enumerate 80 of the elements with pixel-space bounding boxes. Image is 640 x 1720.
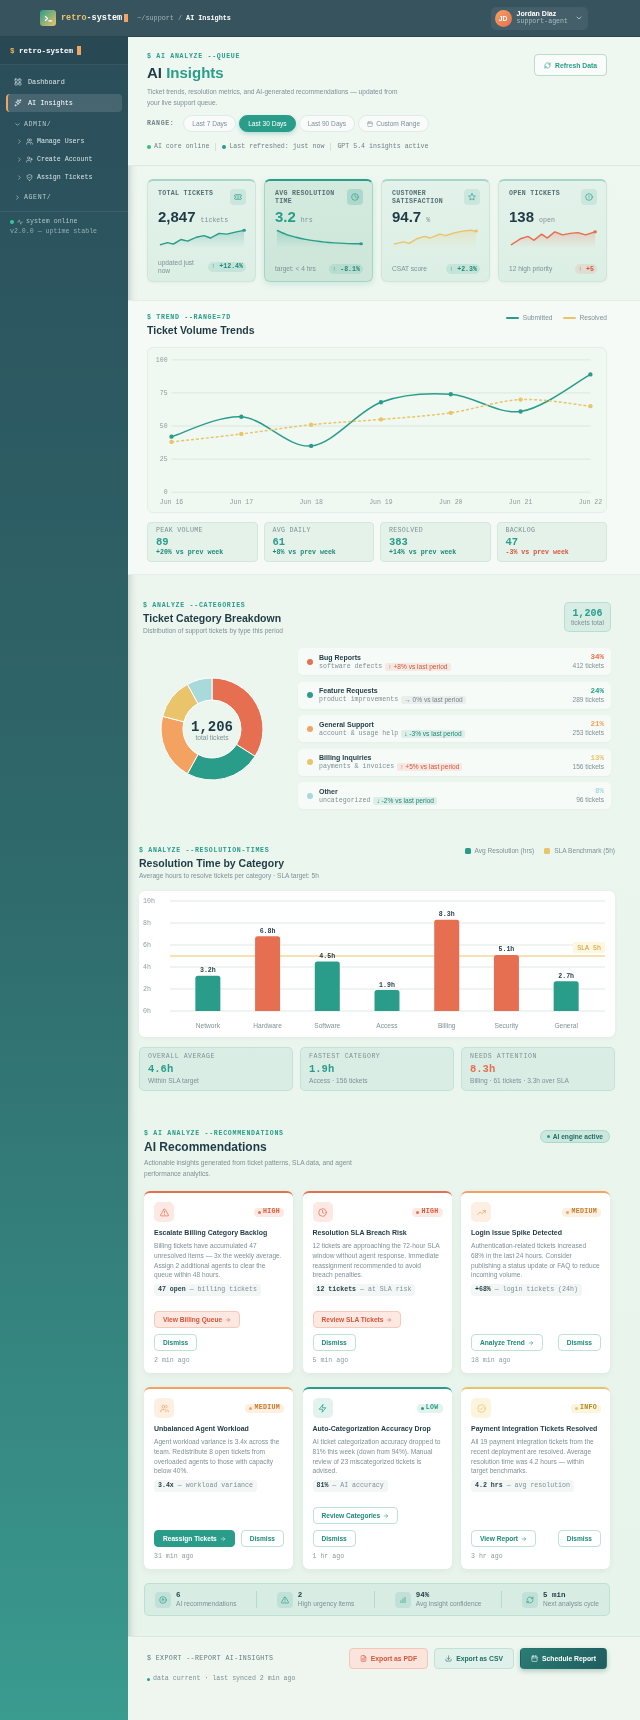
stat-value: 89 bbox=[156, 536, 170, 548]
arrow-right-icon bbox=[527, 1339, 534, 1346]
page-title: AI Insights bbox=[147, 64, 225, 82]
users-icon bbox=[154, 1398, 174, 1418]
section-title: AI Recommendations bbox=[144, 1140, 268, 1155]
data-point bbox=[378, 400, 384, 405]
stat-value: 1.9h bbox=[309, 1063, 336, 1076]
status-dot-icon bbox=[10, 220, 14, 224]
stat-value: 8.3h bbox=[470, 1063, 497, 1076]
section-title: Ticket Volume Trends bbox=[147, 324, 255, 337]
priority-dot-icon bbox=[249, 1406, 253, 1410]
chevron-right-icon bbox=[17, 138, 22, 144]
calendar-icon bbox=[531, 1655, 538, 1662]
metric-value: 3.2 bbox=[275, 208, 296, 226]
metric-value: 138 bbox=[509, 208, 535, 226]
chevron-down-icon bbox=[576, 15, 582, 21]
line-swatch-icon bbox=[505, 316, 519, 319]
chevron-right-icon bbox=[17, 156, 22, 162]
chevron-right-icon bbox=[17, 174, 22, 180]
document-icon bbox=[359, 1655, 367, 1662]
data-point bbox=[448, 392, 453, 397]
calendar-icon bbox=[367, 120, 374, 127]
swatch-icon bbox=[544, 847, 551, 854]
chevron-down-icon bbox=[15, 121, 20, 127]
arrow-right-icon bbox=[386, 1316, 393, 1323]
pulse-icon bbox=[17, 219, 23, 225]
refresh-icon bbox=[544, 61, 552, 69]
swatch-icon bbox=[464, 847, 471, 854]
priority-dot-icon bbox=[257, 1210, 261, 1214]
lightning-icon bbox=[312, 1398, 333, 1418]
warning-icon bbox=[276, 1591, 293, 1608]
cursor-icon bbox=[124, 14, 129, 22]
bar-chart-icon bbox=[394, 1591, 411, 1608]
user-plus-icon bbox=[26, 155, 33, 163]
data-point bbox=[239, 431, 244, 437]
stat-value: 4.6h bbox=[148, 1063, 175, 1076]
data-point bbox=[518, 409, 523, 414]
stat-value: 47 bbox=[505, 536, 520, 548]
priority-dot-icon bbox=[566, 1210, 570, 1214]
warning-icon bbox=[154, 1202, 174, 1222]
clock-icon bbox=[347, 189, 363, 205]
data-point bbox=[588, 404, 593, 409]
data-point bbox=[378, 417, 384, 422]
section-title: Ticket Category Breakdown bbox=[143, 612, 283, 625]
metric-value: 94.7 bbox=[392, 208, 422, 226]
clock-icon bbox=[312, 1202, 333, 1222]
arrow-right-icon bbox=[383, 1512, 390, 1519]
data-point bbox=[588, 372, 593, 377]
sparkle-icon bbox=[14, 99, 22, 107]
donut-total: 1,206 bbox=[191, 718, 233, 735]
download-icon bbox=[445, 1655, 453, 1662]
status-dot-icon bbox=[546, 1135, 550, 1138]
data-point bbox=[308, 443, 314, 449]
cursor-icon bbox=[77, 46, 82, 55]
logo-text: retro-system bbox=[61, 13, 123, 23]
total-value: 1,206 bbox=[572, 607, 603, 619]
data-point bbox=[308, 422, 314, 427]
priority-dot-icon bbox=[420, 1406, 424, 1410]
shield-icon bbox=[26, 173, 33, 181]
data-point bbox=[518, 397, 523, 402]
users-icon bbox=[26, 137, 33, 145]
priority-dot-icon bbox=[416, 1210, 420, 1214]
metric-value: 2,847 bbox=[158, 208, 196, 226]
arrow-right-icon bbox=[219, 1535, 226, 1542]
terminal-logo-icon bbox=[40, 10, 56, 26]
chevron-right-icon bbox=[15, 194, 20, 200]
data-point bbox=[448, 410, 453, 415]
arrow-right-icon bbox=[225, 1316, 232, 1323]
grid-icon bbox=[14, 78, 22, 86]
ticket-icon bbox=[230, 189, 246, 205]
stat-value: 383 bbox=[389, 536, 409, 548]
data-point bbox=[239, 414, 244, 419]
priority-dot-icon bbox=[574, 1406, 578, 1410]
arrow-right-icon bbox=[521, 1535, 527, 1542]
section-title: Resolution Time by Category bbox=[139, 857, 286, 870]
refresh-icon bbox=[521, 1591, 538, 1608]
status-dot-icon bbox=[147, 1677, 150, 1681]
line-swatch-icon bbox=[562, 316, 576, 319]
trend-up-icon bbox=[471, 1202, 491, 1222]
stat-value: 61 bbox=[272, 536, 287, 548]
